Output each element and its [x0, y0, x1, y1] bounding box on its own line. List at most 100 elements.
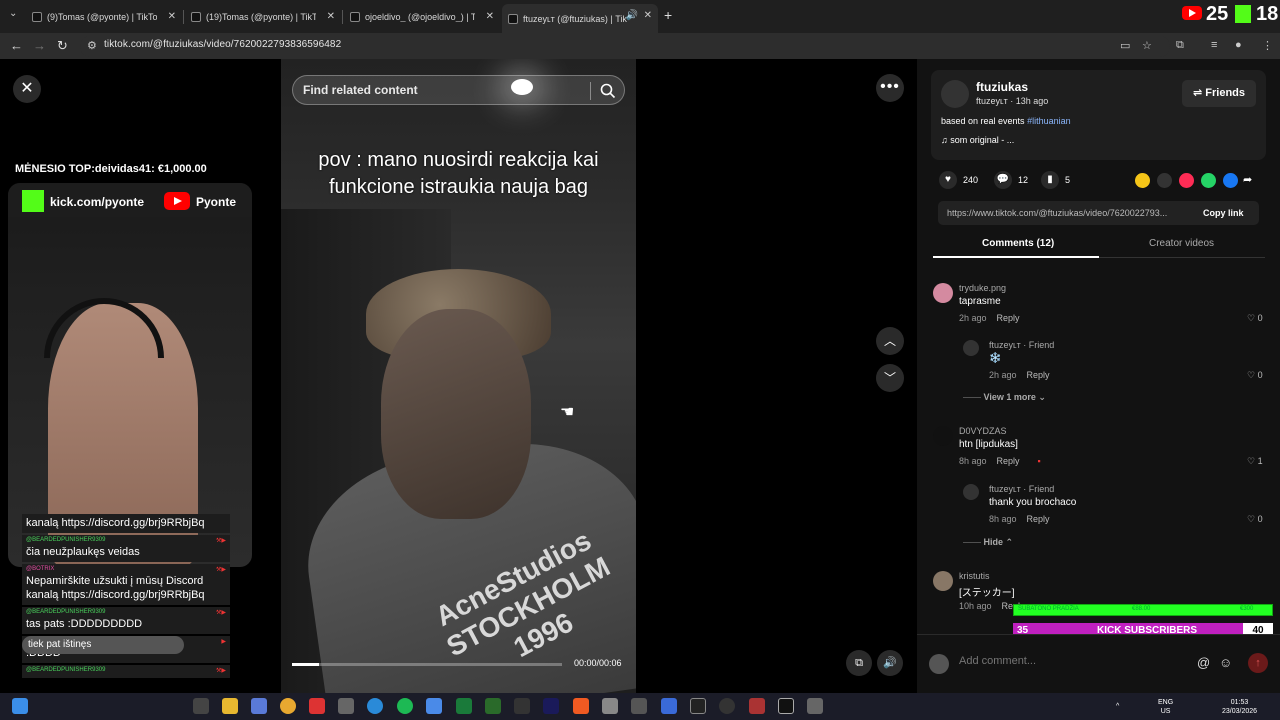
avatar[interactable]: [933, 571, 953, 591]
close-tab-icon[interactable]: ✕: [327, 11, 335, 22]
friends-button[interactable]: ⇌ Friends: [1182, 80, 1256, 107]
coin-icon[interactable]: [1135, 173, 1150, 188]
site-info-icon[interactable]: ⚙: [87, 39, 97, 52]
close-tab-icon[interactable]: ✕: [168, 11, 176, 22]
browser-tab[interactable]: (19)Tomas (@pyonte) | TikTok ✕: [185, 5, 341, 29]
app-icon[interactable]: [514, 698, 530, 714]
video-link[interactable]: https://www.tiktok.com/@ftuziukas/video/…: [947, 208, 1195, 218]
reply-button[interactable]: Reply: [1027, 370, 1050, 380]
menu-icon[interactable]: ⋮: [1262, 39, 1273, 52]
spotify-icon[interactable]: [397, 698, 413, 714]
obs-icon[interactable]: [719, 698, 735, 714]
reply-button[interactable]: Reply: [997, 313, 1020, 323]
bookmark-star-icon[interactable]: ☆: [1142, 39, 1152, 52]
tab-list-icon[interactable]: ⌄: [9, 8, 17, 19]
save-stat[interactable]: ▮ 5: [1041, 171, 1070, 189]
start-icon[interactable]: [12, 698, 28, 714]
premiere-icon[interactable]: [543, 698, 559, 714]
store-icon[interactable]: [251, 698, 267, 714]
browser-tab[interactable]: (9)Tomas (@pyonte) | TikTok ✕: [26, 5, 182, 29]
new-tab-button[interactable]: +: [664, 7, 672, 23]
clock[interactable]: 01:53 23/03/2026: [1222, 698, 1257, 716]
copy-link-button[interactable]: Copy link: [1203, 208, 1244, 218]
media-icon[interactable]: ≡: [1211, 39, 1217, 51]
reply-button[interactable]: Reply: [997, 456, 1020, 466]
app-icon[interactable]: [485, 698, 501, 714]
emoji-icon[interactable]: ☺: [1219, 655, 1232, 670]
forward-icon[interactable]: →: [33, 38, 46, 53]
related-search-input[interactable]: [303, 83, 573, 97]
url-text[interactable]: tiktok.com/@ftuziukas/video/762002279383…: [104, 39, 341, 50]
comment-user[interactable]: ftuzeyʟт · Friend: [989, 340, 1054, 350]
comment-user[interactable]: ftuzeyʟт · Friend: [989, 484, 1054, 494]
taskview-icon[interactable]: [193, 698, 209, 714]
extensions-icon[interactable]: ⧉: [1176, 39, 1184, 52]
tray-chevron-icon[interactable]: ^: [1116, 702, 1119, 711]
photos-icon[interactable]: [426, 698, 442, 714]
like-stat[interactable]: ♥ 240: [939, 171, 978, 189]
mention-icon[interactable]: @: [1197, 655, 1210, 670]
comment-user[interactable]: kristutis: [959, 571, 990, 581]
video-progress[interactable]: [292, 663, 562, 666]
explorer-icon[interactable]: [222, 698, 238, 714]
comment-like[interactable]: ♡ 0: [1247, 514, 1263, 525]
search-icon[interactable]: [599, 82, 617, 100]
close-icon[interactable]: ✕: [13, 75, 41, 103]
comment-like[interactable]: ♡ 0: [1247, 370, 1263, 381]
avatar[interactable]: [933, 283, 953, 303]
chrome-icon[interactable]: [280, 698, 296, 714]
profile-icon[interactable]: ●: [1235, 39, 1242, 51]
app-icon[interactable]: [602, 698, 618, 714]
share-arrow-icon[interactable]: ➦: [1243, 173, 1258, 188]
close-tab-icon[interactable]: ✕: [644, 10, 652, 21]
embed-icon[interactable]: [1157, 173, 1172, 188]
more-options-icon[interactable]: •••: [876, 74, 904, 102]
app-icon[interactable]: [338, 698, 354, 714]
avatar[interactable]: [963, 340, 979, 356]
previous-video-icon[interactable]: ︿: [876, 327, 904, 355]
close-tab-icon[interactable]: ✕: [486, 11, 494, 22]
hashtag-link[interactable]: #lithuanian: [1027, 116, 1071, 126]
reload-icon[interactable]: ↻: [57, 38, 68, 54]
comment-user[interactable]: tryduke.png: [959, 283, 1006, 293]
next-video-icon[interactable]: ﹀: [876, 364, 904, 392]
avatar[interactable]: [963, 484, 979, 500]
tiktok-icon[interactable]: [778, 698, 794, 714]
comment-stat[interactable]: 💬 12: [994, 171, 1028, 189]
add-comment-input[interactable]: [959, 655, 1189, 667]
browser-tab[interactable]: ojoeldivo_ (@ojoeldivo_) | TikTok ✕: [344, 5, 500, 29]
hide-replies[interactable]: —— Hide ⌃: [963, 537, 1013, 548]
app-icon[interactable]: [749, 698, 765, 714]
miniplayer-icon[interactable]: ⧉: [846, 650, 872, 676]
volume-icon[interactable]: 🔊: [877, 650, 903, 676]
browser-tab-active[interactable]: ftuzeyʟт (@ftuziukas) | TikTok 🔊 ✕: [502, 4, 658, 33]
send-icon[interactable]: [1179, 173, 1194, 188]
tab-comments[interactable]: Comments (12): [982, 238, 1054, 249]
cast-icon[interactable]: ▭: [1120, 39, 1130, 52]
excel-icon[interactable]: [456, 698, 472, 714]
audio-icon[interactable]: 🔊: [626, 10, 638, 21]
brave-icon[interactable]: [573, 698, 589, 714]
author-avatar[interactable]: [941, 80, 969, 108]
comment-like[interactable]: ♡ 0: [1247, 313, 1263, 324]
back-icon[interactable]: ←: [10, 38, 23, 53]
app-icon[interactable]: [309, 698, 325, 714]
app-icon[interactable]: [631, 698, 647, 714]
send-comment-icon[interactable]: ↑: [1248, 653, 1268, 673]
music-info[interactable]: ♫ som original - ...: [941, 135, 1014, 145]
view-more-replies[interactable]: —— View 1 more ⌄: [963, 392, 1046, 403]
language-indicator[interactable]: ENG US: [1158, 698, 1173, 716]
app-icon[interactable]: [807, 698, 823, 714]
video-player[interactable]: AcneStudios STOCKHOLM 1996 pov : mano nu…: [281, 59, 636, 693]
terminal-icon[interactable]: [690, 698, 706, 714]
reply-button[interactable]: Reply: [1027, 514, 1050, 524]
facebook-icon[interactable]: [1223, 173, 1238, 188]
comment-like[interactable]: ♡ 1: [1247, 456, 1263, 467]
comment-user[interactable]: D0VYDZAS: [959, 426, 1007, 436]
author-name[interactable]: ftuziukas: [976, 80, 1028, 94]
notepad-icon[interactable]: [661, 698, 677, 714]
tab-creator-videos[interactable]: Creator videos: [1149, 238, 1214, 249]
whatsapp-icon[interactable]: [1201, 173, 1216, 188]
avatar[interactable]: [933, 426, 953, 446]
edge-icon[interactable]: [367, 698, 383, 714]
